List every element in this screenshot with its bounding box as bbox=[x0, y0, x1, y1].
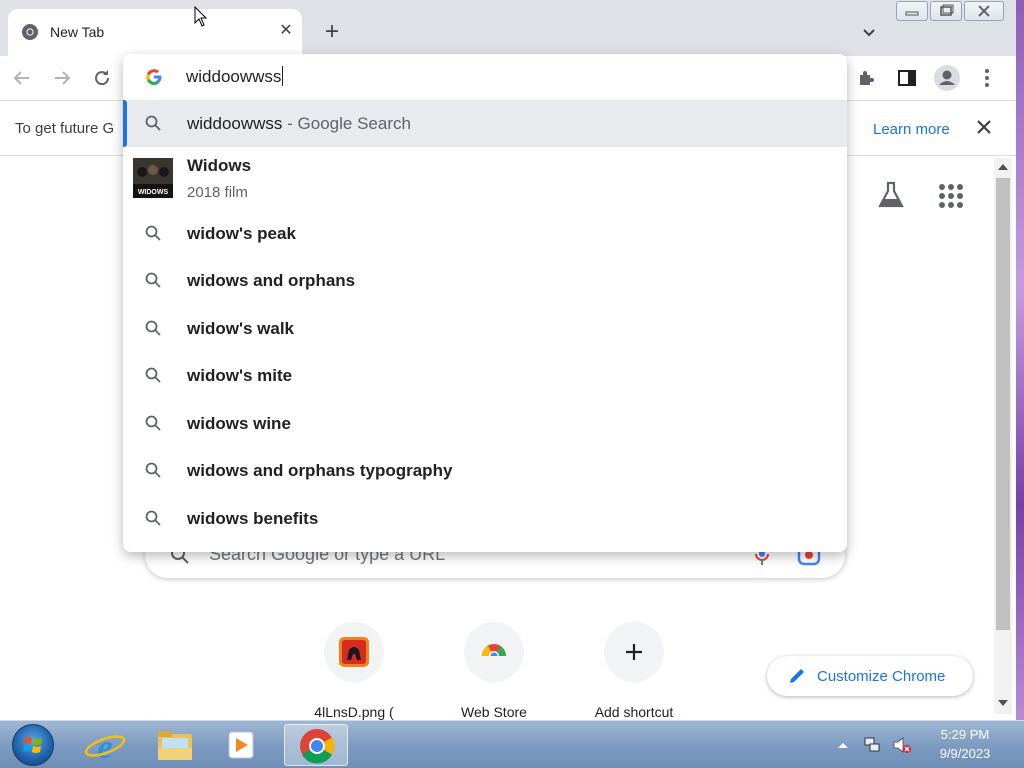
suggestion-item[interactable]: widows and orphans typography bbox=[123, 447, 847, 494]
profile-avatar-icon[interactable] bbox=[933, 64, 961, 92]
labs-flask-icon[interactable] bbox=[876, 180, 906, 210]
page-scrollbar[interactable] bbox=[994, 158, 1012, 714]
minimize-button[interactable] bbox=[896, 1, 928, 21]
new-tab-button[interactable]: + bbox=[320, 20, 344, 44]
omnibox-text[interactable]: widdoowwss bbox=[186, 66, 284, 87]
back-arrow-icon[interactable] bbox=[10, 66, 34, 90]
suggestion-text: widows and orphans typography bbox=[187, 461, 453, 480]
shortcut-icon-circle bbox=[604, 622, 664, 682]
plus-icon bbox=[626, 644, 642, 660]
shortcut-label: 4lLnsD.png ( bbox=[314, 704, 394, 720]
omnibox-dropdown: widdoowwss widdoowwss - Google Search WI… bbox=[123, 54, 847, 552]
entity-title: Widows bbox=[187, 156, 252, 175]
shortcut-label: Add shortcut bbox=[594, 704, 674, 720]
shortcut-label: Web Store bbox=[461, 704, 527, 720]
suggestion-item[interactable]: widows benefits bbox=[123, 495, 847, 542]
pencil-icon bbox=[790, 669, 804, 683]
taskbar-internet-explorer[interactable]: e bbox=[76, 724, 134, 766]
svg-text:WIDOWS: WIDOWS bbox=[138, 189, 169, 196]
omnibox-input[interactable]: widdoowwss bbox=[123, 54, 847, 100]
shortcut-tile[interactable]: Web Store bbox=[438, 620, 550, 720]
chrome-icon bbox=[300, 729, 335, 764]
suggestion-text: widow's mite bbox=[187, 366, 293, 385]
suggestion-text: widows wine bbox=[187, 414, 291, 433]
search-icon bbox=[145, 320, 161, 336]
tab-strip: New Tab ✕ + bbox=[0, 0, 1016, 56]
mouse-cursor-icon bbox=[194, 6, 208, 27]
window-controls bbox=[896, 1, 1006, 23]
clock-time[interactable]: 5:29 PM bbox=[930, 727, 1000, 742]
menu-kebab-icon[interactable] bbox=[975, 66, 999, 90]
extensions-puzzle-icon[interactable] bbox=[855, 66, 879, 90]
internet-explorer-icon: e bbox=[84, 729, 126, 766]
web-store-icon bbox=[482, 644, 506, 666]
suggestion-item[interactable]: widows wine bbox=[123, 400, 847, 447]
customize-chrome-label: Customize Chrome bbox=[817, 668, 946, 685]
search-icon bbox=[145, 225, 161, 241]
tab-title: New Tab bbox=[50, 24, 105, 40]
google-apps-icon[interactable] bbox=[938, 183, 964, 209]
reload-icon[interactable] bbox=[90, 66, 114, 90]
windows-logo-icon bbox=[23, 737, 42, 753]
window-close-button[interactable] bbox=[964, 1, 1004, 21]
network-icon[interactable] bbox=[862, 735, 882, 755]
search-icon bbox=[145, 367, 161, 383]
learn-more-link[interactable]: Learn more bbox=[873, 121, 950, 138]
search-icon bbox=[145, 272, 161, 288]
add-shortcut-button[interactable]: Add shortcut bbox=[578, 620, 690, 720]
scroll-down-arrow-icon[interactable] bbox=[998, 700, 1008, 706]
suggestion-item[interactable]: widow's mite bbox=[123, 352, 847, 399]
suggestion-entity[interactable]: WIDOWS Widows 2018 film bbox=[123, 154, 847, 212]
customize-chrome-button[interactable]: Customize Chrome bbox=[767, 656, 973, 696]
search-icon bbox=[145, 415, 161, 431]
taskbar-file-explorer[interactable] bbox=[146, 724, 204, 766]
windows-taskbar: e 5:29 PM 9/9/2023 bbox=[0, 720, 1024, 768]
info-bar-text: To get future G bbox=[15, 120, 115, 137]
close-icon[interactable] bbox=[974, 117, 994, 137]
browser-window: New Tab ✕ + To get future G Learn more S… bbox=[0, 0, 1016, 720]
desktop-background bbox=[1016, 0, 1024, 720]
suggestion-item[interactable]: widow's walk bbox=[123, 305, 847, 352]
folder-icon bbox=[158, 731, 192, 760]
start-button[interactable] bbox=[12, 724, 54, 766]
clock-date[interactable]: 9/9/2023 bbox=[930, 746, 1000, 761]
tab-new-tab[interactable]: New Tab ✕ bbox=[8, 9, 302, 56]
entity-subtitle: 2018 film bbox=[187, 184, 248, 201]
volume-muted-icon[interactable] bbox=[892, 735, 912, 755]
show-hidden-icons-icon[interactable] bbox=[833, 735, 853, 755]
suggestion-item[interactable]: widow's peak bbox=[123, 210, 847, 257]
suggestion-item[interactable]: widows and orphans bbox=[123, 257, 847, 304]
search-icon bbox=[145, 510, 161, 526]
chrome-icon bbox=[22, 24, 38, 40]
suggestion-text: widow's peak bbox=[187, 224, 296, 243]
shortcut-icon-circle bbox=[464, 622, 524, 682]
suggestion-text: widow's walk bbox=[187, 319, 295, 338]
suggestion-search-row[interactable]: widdoowwss - Google Search bbox=[123, 100, 847, 147]
suggestion-text: widows and orphans bbox=[187, 271, 356, 290]
svg-text:e: e bbox=[97, 729, 112, 766]
forward-arrow-icon[interactable] bbox=[50, 66, 74, 90]
media-player-icon bbox=[228, 731, 254, 759]
suggestion-text: widdoowwss - Google Search bbox=[187, 114, 411, 133]
suggestion-text: widows benefits bbox=[187, 509, 319, 528]
shortcut-icon-circle bbox=[324, 622, 384, 682]
scroll-up-arrow-icon[interactable] bbox=[998, 164, 1008, 170]
taskbar-media-player[interactable] bbox=[212, 724, 270, 766]
site-favicon-icon bbox=[339, 637, 369, 667]
scroll-thumb[interactable] bbox=[996, 178, 1010, 630]
shortcut-tile[interactable]: 4lLnsD.png ( bbox=[298, 620, 410, 720]
taskbar-chrome[interactable] bbox=[284, 724, 348, 766]
text-caret bbox=[282, 66, 284, 86]
tab-search-chevron-icon[interactable] bbox=[858, 22, 880, 44]
side-panel-icon[interactable] bbox=[895, 66, 919, 90]
search-icon bbox=[145, 462, 161, 478]
search-icon bbox=[145, 115, 161, 131]
google-g-icon bbox=[146, 69, 162, 85]
movie-thumbnail: WIDOWS bbox=[133, 158, 173, 198]
restore-button[interactable] bbox=[930, 1, 962, 21]
tab-close-icon[interactable]: ✕ bbox=[276, 21, 296, 41]
